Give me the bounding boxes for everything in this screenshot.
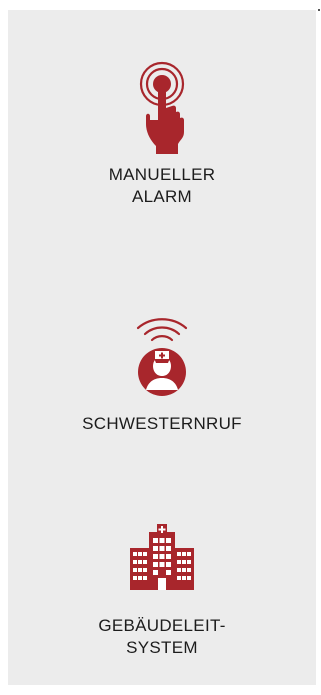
push-button-alarm-icon bbox=[132, 60, 192, 155]
feature-label-line: GEBÄUDELEIT- bbox=[98, 616, 226, 635]
feature-panel: MANUELLER ALARM SCHWESTERNRUF GEBÄUDELEI… bbox=[8, 10, 316, 685]
feature-label-line: SYSTEM bbox=[126, 638, 198, 657]
hospital-building-icon bbox=[127, 522, 197, 592]
feature-nurse-call[interactable]: SCHWESTERNRUF bbox=[8, 280, 316, 450]
feature-label: GEBÄUDELEIT- SYSTEM bbox=[8, 615, 316, 659]
feature-label: SCHWESTERNRUF bbox=[8, 413, 316, 435]
feature-building-management[interactable]: GEBÄUDELEIT- SYSTEM bbox=[8, 500, 316, 680]
corner-dot bbox=[318, 9, 320, 11]
feature-label-line: SCHWESTERNRUF bbox=[82, 414, 242, 433]
feature-label-line: ALARM bbox=[131, 187, 193, 206]
feature-label: MANUELLER ALARM bbox=[8, 164, 316, 208]
feature-manual-alarm[interactable]: MANUELLER ALARM bbox=[8, 10, 316, 220]
nurse-call-icon bbox=[132, 310, 192, 400]
feature-label-line: MANUELLER bbox=[108, 165, 216, 184]
